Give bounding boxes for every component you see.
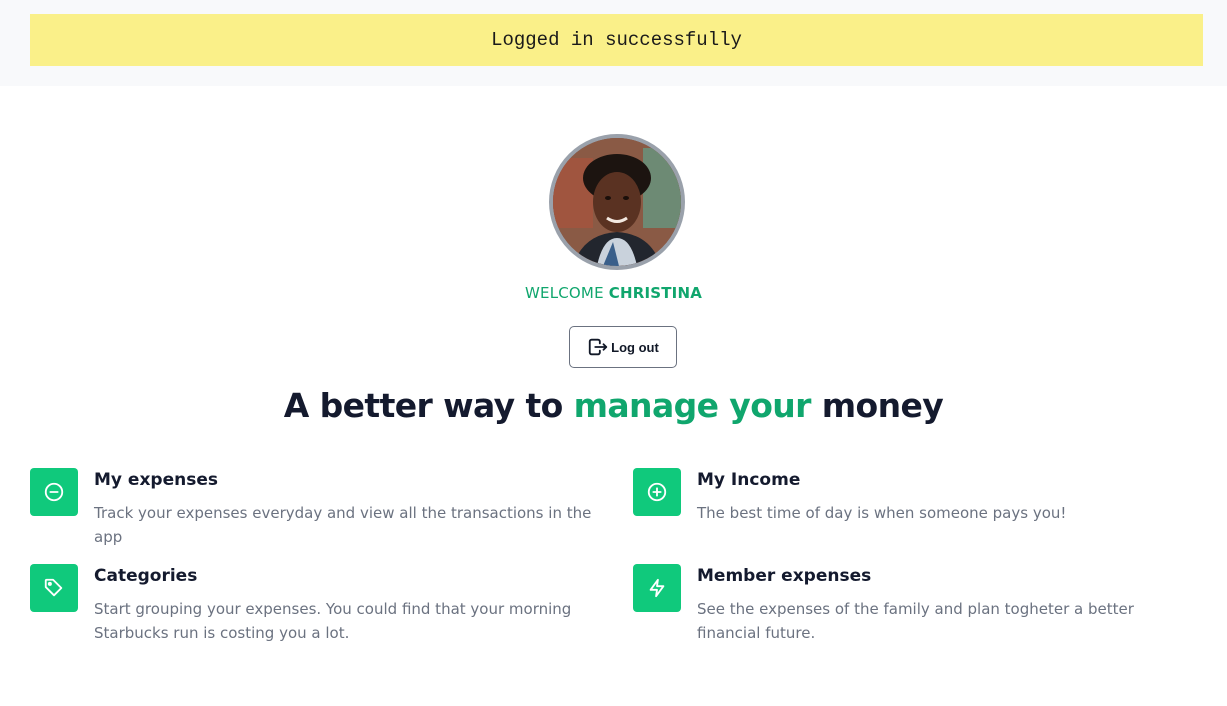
headline-start: A better way to: [283, 386, 564, 425]
feature-title: My Income: [697, 470, 801, 490]
success-alert: Logged in successfully: [30, 14, 1203, 66]
headline-accent: manage your: [573, 386, 812, 425]
avatar-image: [553, 138, 681, 266]
feature-description: Track your expenses everyday and view al…: [94, 504, 592, 546]
lightning-icon: [633, 564, 681, 612]
headline-end: money: [821, 386, 944, 425]
feature-title: My expenses: [94, 470, 218, 490]
tag-icon: [30, 564, 78, 612]
plus-circle-icon: [633, 468, 681, 516]
avatar: [549, 134, 685, 270]
feature-title: Categories: [94, 566, 198, 586]
minus-circle-icon: [30, 468, 78, 516]
feature-description: Start grouping your expenses. You could …: [94, 600, 572, 642]
feature-description: See the expenses of the family and plan …: [697, 600, 1134, 642]
welcome-prefix: WELCOME: [524, 284, 604, 302]
logout-button[interactable]: Log out: [569, 326, 677, 368]
feature-title: Member expenses: [697, 566, 872, 586]
page-headline: A better way to manage your money: [0, 386, 1227, 425]
alert-message: Logged in successfully: [491, 29, 742, 51]
logout-icon: [589, 338, 608, 356]
feature-description: The best time of day is when someone pay…: [697, 504, 1067, 522]
username: CHRISTINA: [608, 284, 703, 302]
logout-label: Log out: [611, 339, 659, 355]
welcome-message: WELCOME CHRISTINA: [0, 284, 1227, 302]
notification-area: Logged in successfully: [0, 0, 1227, 86]
